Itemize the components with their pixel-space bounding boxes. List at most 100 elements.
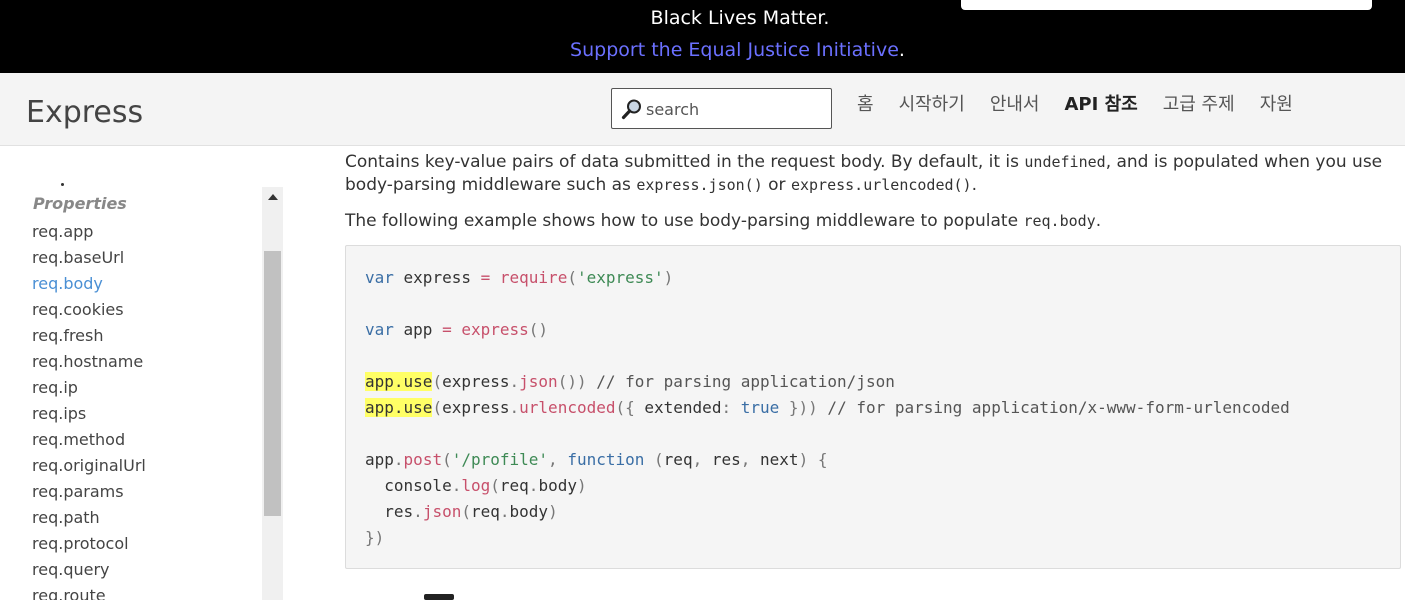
code-token: ) [576, 476, 587, 495]
sidebar-list: req.app req.baseUrl req.body req.cookies… [32, 219, 146, 600]
sidebar-item-req-body[interactable]: req.body [32, 271, 146, 297]
req-body-description: Contains key-value pairs of data submitt… [345, 151, 1395, 197]
nav-item-home[interactable]: 홈 [857, 92, 874, 118]
nav-item-api-reference[interactable]: API 참조 [1065, 92, 1138, 118]
code-token: express [393, 268, 481, 287]
code-line: var express = require('express') [365, 265, 1400, 291]
sidebar-item-req-ip[interactable]: req.ip [32, 375, 146, 401]
code-token: { [808, 450, 828, 469]
code-token: ( [442, 450, 452, 469]
banner-overlay-box [961, 0, 1372, 10]
sidebar-item-req-path[interactable]: req.path [32, 505, 146, 531]
code-token: post [403, 450, 443, 469]
code-token: body [509, 502, 549, 521]
code-token: req [470, 502, 500, 521]
banner-line2: Support the Equal Justice Initiative. [0, 38, 1405, 62]
search-input[interactable] [646, 97, 826, 121]
code-token: ) [663, 268, 674, 287]
code-highlight: app.use [365, 372, 433, 391]
inline-code-req-body: req.body [1023, 212, 1096, 230]
code-token: }) [365, 528, 385, 547]
scroll-up-arrow-icon[interactable] [268, 194, 278, 200]
search-box[interactable] [611, 88, 832, 129]
code-token: json [422, 502, 462, 521]
code-token: ( [461, 502, 471, 521]
main-nav: 홈 시작하기 안내서 API 참조 고급 주제 자원 [857, 92, 1318, 118]
next-section-heading-fragment [424, 594, 454, 600]
code-comment: // for parsing application/x-www-form-ur… [817, 398, 1290, 417]
code-token: ( [490, 476, 500, 495]
sidebar-item-req-baseurl[interactable]: req.baseUrl [32, 245, 146, 271]
code-token: body [538, 476, 577, 495]
scroll-thumb[interactable] [264, 251, 281, 516]
desc-text: or [762, 175, 791, 195]
intro-text: The following example shows how to use b… [345, 211, 1024, 231]
code-token: extended [634, 398, 722, 417]
code-token: . [528, 476, 539, 495]
sidebar-item-req-protocol[interactable]: req.protocol [32, 531, 146, 557]
code-token: , [548, 450, 558, 469]
sidebar-dot [61, 183, 64, 186]
code-line: app.post('/profile', function (req, res,… [365, 447, 1400, 473]
sidebar-item-req-hostname[interactable]: req.hostname [32, 349, 146, 375]
code-line: }) [365, 525, 1400, 551]
sidebar-item-req-query[interactable]: req.query [32, 557, 146, 583]
code-token: })) [779, 398, 818, 417]
sidebar-item-req-params[interactable]: req.params [32, 479, 146, 505]
sidebar-item-req-ips[interactable]: req.ips [32, 401, 146, 427]
example-intro: The following example shows how to use b… [345, 210, 1395, 233]
sidebar-item-req-fresh[interactable]: req.fresh [32, 323, 146, 349]
code-token: req [663, 450, 693, 469]
eji-link[interactable]: Support the Equal Justice Initiative [570, 39, 899, 61]
sidebar-item-req-originalurl[interactable]: req.originalUrl [32, 453, 146, 479]
code-token: express [442, 398, 510, 417]
search-icon [621, 99, 641, 120]
banner-period: . [898, 39, 905, 61]
code-token: res [702, 450, 741, 469]
code-token: ()) [557, 372, 587, 391]
code-line: app.use(express.json()) // for parsing a… [365, 369, 1400, 395]
code-token: true [731, 398, 780, 417]
code-line: res.json(req.body) [365, 499, 1400, 525]
sidebar-item-req-route[interactable]: req.route [32, 583, 146, 600]
inline-code-express-json: express.json() [636, 176, 763, 194]
nav-item-resources[interactable]: 자원 [1260, 92, 1293, 118]
sidebar-item-req-cookies[interactable]: req.cookies [32, 297, 146, 323]
code-token: , [692, 450, 703, 469]
code-token: app [393, 320, 443, 339]
code-token: express [461, 320, 529, 339]
sidebar-heading-properties: Properties [33, 194, 127, 213]
code-token: ( [432, 372, 443, 391]
nav-item-guide[interactable]: 안내서 [990, 92, 1040, 118]
site-header: Express 홈 시작하기 안내서 API 참조 고급 주제 자원 [0, 73, 1405, 146]
code-token: . [509, 372, 520, 391]
sidebar-scrollbar[interactable] [262, 187, 283, 600]
code-highlight: app.use [365, 398, 433, 417]
code-token: '/profile' [451, 450, 549, 469]
nav-item-advanced-topics[interactable]: 고급 주제 [1163, 92, 1235, 118]
sidebar-item-req-app[interactable]: req.app [32, 219, 146, 245]
code-line: var app = express() [365, 317, 1400, 343]
nav-item-getting-started[interactable]: 시작하기 [899, 92, 965, 118]
code-token: ( [432, 398, 443, 417]
site-logo[interactable]: Express [26, 95, 143, 131]
sidebar-item-req-method[interactable]: req.method [32, 427, 146, 453]
code-token: . [393, 450, 404, 469]
code-token: var [365, 268, 394, 287]
code-token: ) [798, 450, 809, 469]
code-token: ( [567, 268, 577, 287]
code-line: console.log(req.body) [365, 473, 1400, 499]
code-token: require [499, 268, 568, 287]
code-token: json [519, 372, 558, 391]
code-token: urlencoded [519, 398, 616, 417]
code-token: ( [654, 450, 664, 469]
inline-code-express-urlencoded: express.urlencoded() [790, 176, 972, 194]
code-token: . [509, 398, 520, 417]
